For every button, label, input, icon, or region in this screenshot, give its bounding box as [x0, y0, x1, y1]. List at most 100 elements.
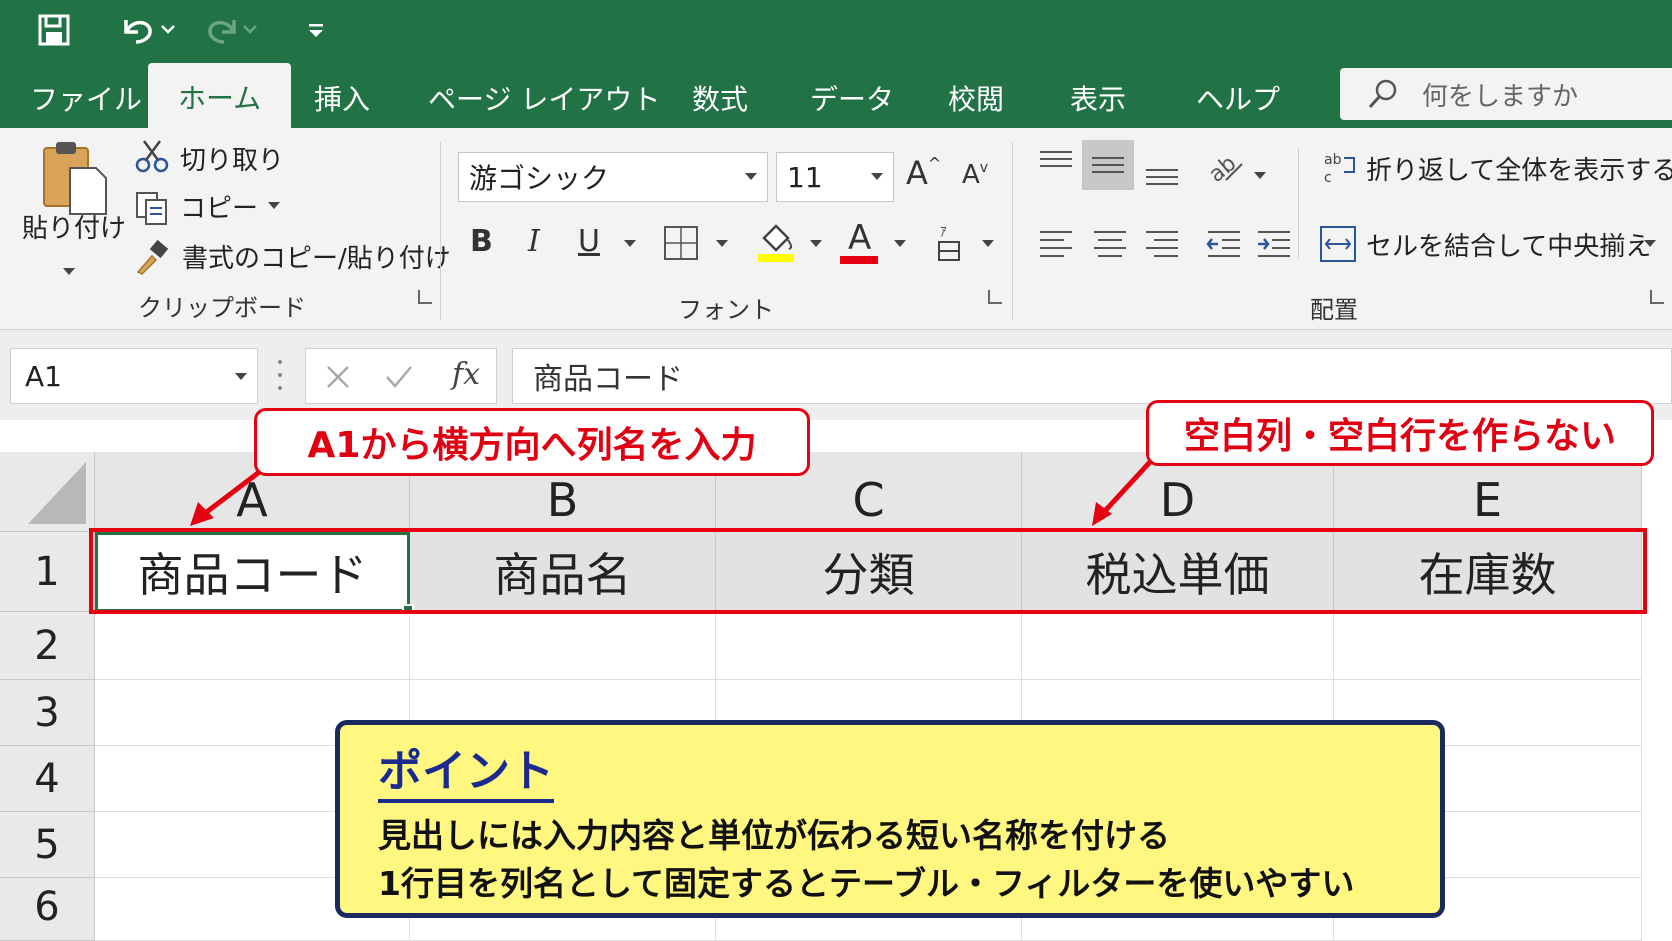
phonetic-guide-icon[interactable]: ｱ: [936, 224, 962, 264]
grid-cell[interactable]: [410, 612, 716, 680]
format-painter-button[interactable]: 書式のコピー/貼り付け: [182, 238, 451, 275]
merge-center-icon[interactable]: [1318, 224, 1358, 264]
phonetic-dropdown-icon[interactable]: [982, 240, 994, 247]
scissors-icon: [135, 140, 169, 173]
font-group-label: フォント: [678, 296, 774, 324]
tab-view[interactable]: 表示: [1070, 78, 1126, 118]
font-name-select[interactable]: 游ゴシック: [458, 152, 768, 202]
borders-icon[interactable]: [662, 224, 700, 262]
bold-button[interactable]: B: [470, 224, 493, 259]
callout-no-blanks: 空白列・空白行を作らない: [1146, 400, 1654, 466]
tab-home[interactable]: ホーム: [148, 63, 292, 128]
align-center-icon[interactable]: [1090, 228, 1130, 262]
row-header-6[interactable]: 6: [0, 878, 95, 941]
name-box[interactable]: A1: [10, 348, 258, 404]
align-bottom-icon[interactable]: [1142, 158, 1182, 188]
copy-dropdown-icon[interactable]: [268, 202, 280, 209]
search-box[interactable]: 何をしますか: [1340, 68, 1672, 120]
tab-help[interactable]: ヘルプ: [1196, 78, 1280, 118]
align-middle-icon: [1092, 157, 1124, 173]
paste-dropdown-icon[interactable]: [63, 268, 75, 275]
point-title: ポイント: [378, 735, 554, 803]
merge-center-button[interactable]: セルを結合して中央揃え: [1366, 226, 1651, 263]
svg-text:ab: ab: [1204, 151, 1241, 186]
increase-font-size-icon[interactable]: A^: [906, 154, 941, 192]
wrap-text-button[interactable]: 折り返して全体を表示する: [1366, 150, 1672, 187]
grid-cell[interactable]: [1022, 612, 1334, 680]
font-name-value: 游ゴシック: [469, 162, 610, 195]
decrease-font-size-icon[interactable]: Av: [962, 160, 988, 190]
splitter-handle[interactable]: [278, 360, 282, 390]
svg-text:c: c: [1324, 170, 1332, 186]
row-header-3[interactable]: 3: [0, 680, 95, 746]
point-line-1: 見出しには入力内容と単位が伝わる短い名称を付ける: [378, 816, 1170, 855]
italic-button[interactable]: I: [528, 224, 540, 259]
save-icon[interactable]: [36, 10, 72, 50]
font-color-dropdown-icon[interactable]: [894, 240, 906, 247]
orientation-icon[interactable]: ab: [1204, 146, 1244, 186]
fill-color-icon[interactable]: [756, 220, 796, 264]
enter-icon[interactable]: [384, 363, 414, 391]
decrease-indent-icon[interactable]: [1204, 228, 1244, 262]
header-row-highlight: [89, 528, 1647, 614]
grid-cell[interactable]: [1334, 612, 1642, 680]
group-separator: [440, 142, 441, 320]
group-separator: [1012, 142, 1013, 320]
increase-indent-icon[interactable]: [1254, 228, 1294, 262]
align-right-icon[interactable]: [1142, 228, 1182, 262]
font-launcher-icon[interactable]: [988, 290, 1002, 304]
font-size-value: 11: [787, 160, 823, 194]
name-box-value: A1: [25, 359, 62, 393]
align-left-icon[interactable]: [1036, 228, 1076, 262]
redo-icon[interactable]: [200, 10, 260, 50]
tab-review[interactable]: 校閲: [948, 78, 1004, 118]
ribbon-tabs: ファイル ホーム 挿入 ページ レイアウト 数式 データ 校閲 表示 ヘルプ 何…: [0, 60, 1672, 128]
svg-text:ｱ: ｱ: [940, 225, 947, 240]
fill-color-dropdown-icon[interactable]: [810, 240, 822, 247]
cut-button[interactable]: 切り取り: [180, 140, 284, 177]
borders-dropdown-icon[interactable]: [716, 240, 728, 247]
search-placeholder: 何をしますか: [1422, 81, 1579, 112]
row-header-4[interactable]: 4: [0, 746, 95, 812]
tab-page-layout[interactable]: ページ レイアウト: [428, 78, 660, 118]
row-header-5[interactable]: 5: [0, 812, 95, 878]
font-color-letter: A: [848, 218, 872, 258]
copy-button[interactable]: コピー: [180, 188, 258, 225]
wrap-text-icon[interactable]: ab c: [1322, 150, 1358, 186]
align-top-icon[interactable]: [1036, 148, 1076, 178]
tab-data[interactable]: データ: [810, 78, 894, 118]
chevron-down-icon: [871, 173, 883, 180]
customize-icon[interactable]: [306, 10, 326, 50]
paste-icon: [43, 142, 107, 215]
paste-label: 貼り付け: [22, 214, 127, 244]
underline-button[interactable]: U: [578, 224, 600, 259]
select-all-button[interactable]: [0, 452, 95, 532]
grid-cell[interactable]: [716, 612, 1022, 680]
cancel-icon[interactable]: [324, 363, 352, 391]
title-bar: [0, 0, 1672, 60]
alignment-group-label: 配置: [1310, 296, 1358, 324]
clipboard-launcher-icon[interactable]: [418, 290, 432, 304]
clipboard-group-label: クリップボード: [138, 294, 306, 322]
insert-function-button[interactable]: fx: [452, 357, 480, 392]
alignment-launcher-icon[interactable]: [1650, 290, 1664, 304]
row-header-1[interactable]: 1: [0, 532, 95, 612]
undo-icon[interactable]: [118, 10, 178, 50]
svg-text:ab: ab: [1324, 152, 1342, 168]
row-header-2[interactable]: 2: [0, 612, 95, 680]
align-middle-button[interactable]: [1082, 140, 1134, 190]
orientation-dropdown-icon[interactable]: [1254, 172, 1266, 179]
chevron-down-icon: [235, 373, 247, 380]
font-color-button[interactable]: A: [848, 218, 871, 258]
point-line-2: 1行目を列名として固定するとテーブル・フィルターを使いやすい: [378, 864, 1355, 903]
font-size-select[interactable]: 11: [776, 152, 894, 202]
select-all-icon: [28, 462, 86, 524]
copy-icon: [136, 192, 167, 225]
tab-formulas[interactable]: 数式: [692, 78, 748, 118]
tab-insert[interactable]: 挿入: [314, 78, 370, 118]
tab-file[interactable]: ファイル: [30, 78, 142, 118]
formula-input[interactable]: 商品コード: [512, 348, 1672, 404]
underline-dropdown-icon[interactable]: [624, 240, 636, 247]
grid-cell[interactable]: [95, 612, 410, 680]
merge-dropdown-icon[interactable]: [1644, 240, 1656, 247]
